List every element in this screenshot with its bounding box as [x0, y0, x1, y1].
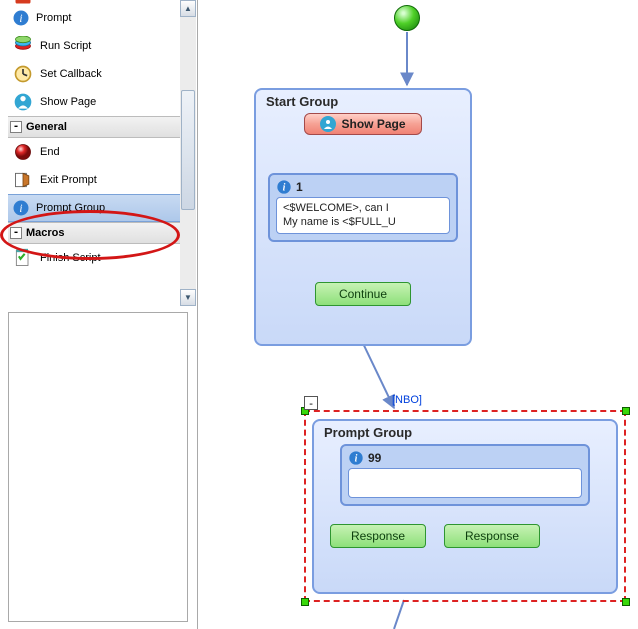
- continue-button[interactable]: Continue: [315, 282, 411, 306]
- resize-handle-ne[interactable]: [622, 407, 630, 415]
- edge-label: [NBO]: [392, 394, 422, 406]
- prompt-id: 1: [296, 180, 303, 194]
- start-node[interactable]: [394, 5, 420, 31]
- showpage-icon: [320, 116, 336, 132]
- info-icon: i: [276, 179, 292, 195]
- component-tree: i Prompt Run Script Set Callback Show Pa…: [8, 0, 188, 306]
- tree-scrollbar[interactable]: ▲ ▼: [180, 0, 196, 306]
- prompt-group-box[interactable]: Prompt Group i 99 Response Response: [312, 419, 618, 594]
- svg-text:i: i: [355, 453, 358, 464]
- property-pane: [8, 312, 188, 622]
- svg-text:i: i: [283, 182, 286, 193]
- show-page-button[interactable]: Show Page: [304, 113, 422, 135]
- tree-item-label: Show Page: [40, 96, 96, 108]
- flow-canvas[interactable]: Start Group Show Page i 1 <$WELCOME>, ca…: [199, 0, 638, 629]
- tree-item-label: End: [40, 146, 60, 158]
- scroll-down-icon[interactable]: ▼: [180, 289, 196, 306]
- resize-handle-se[interactable]: [622, 598, 630, 606]
- info-icon: i: [348, 450, 364, 466]
- exit-icon: [12, 169, 34, 191]
- red-ball-icon: [12, 141, 34, 163]
- callback-icon: [12, 63, 34, 85]
- tree-item-exit-prompt[interactable]: Exit Prompt: [8, 166, 188, 194]
- tree-item-label: Run Script: [40, 40, 91, 52]
- response-label: Response: [351, 529, 405, 543]
- group-title: Prompt Group: [314, 421, 616, 444]
- collapse-icon[interactable]: -: [10, 121, 22, 133]
- scroll-up-icon[interactable]: ▲: [180, 0, 196, 17]
- prompt-card-1[interactable]: i 1 <$WELCOME>, can I My name is <$FULL_…: [268, 173, 458, 242]
- group-title: Start Group: [256, 90, 470, 113]
- prompt-line: <$WELCOME>, can I: [283, 201, 443, 215]
- tree-item-label: Exit Prompt: [40, 174, 97, 186]
- tree-item-label: Prompt Group: [36, 202, 105, 214]
- showpage-icon: [12, 91, 34, 113]
- minus-icon: -: [308, 398, 315, 409]
- info-icon: i: [12, 9, 30, 27]
- prompt-text[interactable]: [348, 468, 582, 498]
- generic-icon: [12, 0, 34, 7]
- response-label: Response: [465, 529, 519, 543]
- prompt-text[interactable]: <$WELCOME>, can I My name is <$FULL_U: [276, 197, 450, 234]
- show-page-label: Show Page: [341, 117, 405, 131]
- continue-label: Continue: [339, 287, 387, 301]
- finish-icon: [12, 247, 34, 269]
- script-icon: [12, 35, 34, 57]
- response-button-2[interactable]: Response: [444, 524, 540, 548]
- svg-text:i: i: [19, 13, 22, 25]
- tree-item-run-script[interactable]: Run Script: [8, 32, 188, 60]
- tree-item-prompt[interactable]: i Prompt: [8, 4, 188, 32]
- response-button-1[interactable]: Response: [330, 524, 426, 548]
- svg-text:i: i: [19, 203, 22, 215]
- group-collapse-toggle[interactable]: -: [304, 396, 318, 410]
- info-icon: i: [12, 199, 30, 217]
- prompt-card-99[interactable]: i 99: [340, 444, 590, 506]
- tree-item-show-page[interactable]: Show Page: [8, 88, 188, 116]
- tree-header-label: Macros: [26, 227, 65, 239]
- collapse-icon[interactable]: -: [10, 227, 22, 239]
- tree-header-general[interactable]: - General: [8, 116, 188, 138]
- tree-item-label: Prompt: [36, 12, 71, 24]
- scroll-thumb[interactable]: [181, 90, 195, 210]
- tree-item-label: Set Callback: [40, 68, 102, 80]
- prompt-line: My name is <$FULL_U: [283, 215, 443, 229]
- tree-item-finish-script[interactable]: Finish Script: [8, 244, 188, 272]
- tree-header-label: General: [26, 121, 67, 133]
- prompt-id: 99: [368, 451, 381, 465]
- tree-header-macros[interactable]: - Macros: [8, 222, 188, 244]
- resize-handle-sw[interactable]: [301, 598, 309, 606]
- start-group-box[interactable]: Start Group Show Page i 1 <$WELCOME>, ca…: [254, 88, 472, 346]
- tree-item-label: Finish Script: [40, 252, 101, 264]
- tree-item-set-callback[interactable]: Set Callback: [8, 60, 188, 88]
- tree-item-prompt-group[interactable]: i Prompt Group: [8, 194, 188, 222]
- tree-item-end[interactable]: End: [8, 138, 188, 166]
